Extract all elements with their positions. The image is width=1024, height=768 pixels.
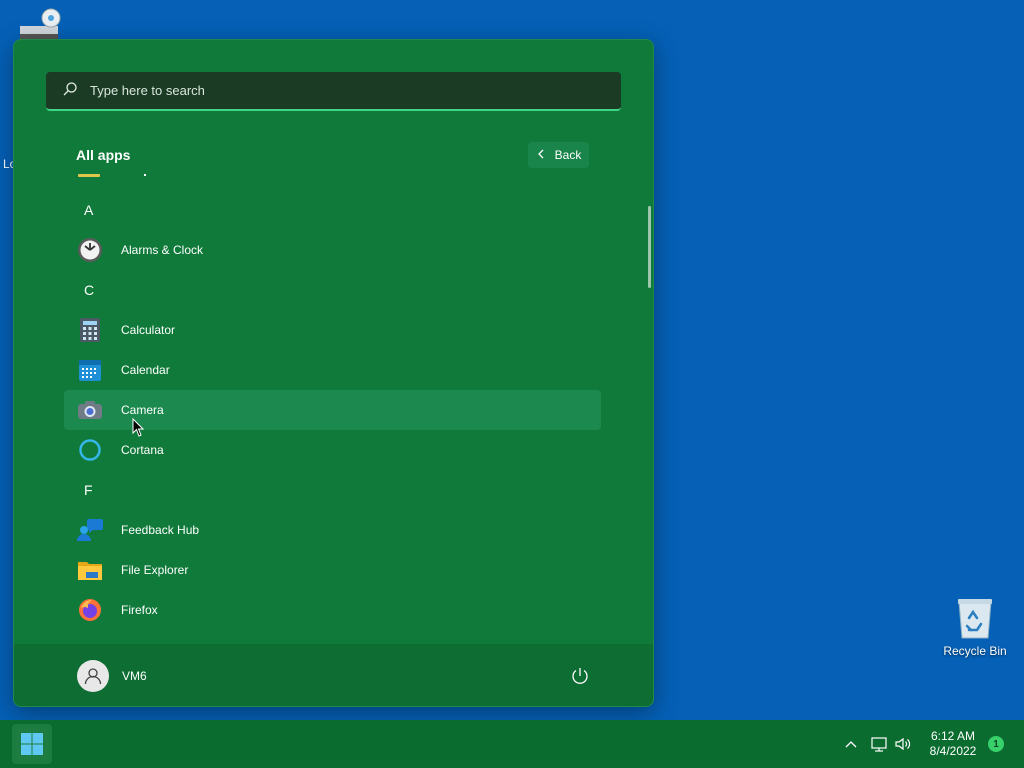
apps-scrollbar[interactable] xyxy=(648,206,651,288)
recycle-bin-shortcut[interactable]: Recycle Bin xyxy=(940,596,1010,658)
app-name: Cortana xyxy=(121,443,164,457)
mouse-cursor-icon xyxy=(132,417,145,438)
search-icon xyxy=(62,81,90,100)
all-apps-title: All apps xyxy=(76,147,131,163)
taskbar-clock[interactable]: 6:12 AM 8/4/2022 xyxy=(920,729,986,759)
clock-date: 8/4/2022 xyxy=(929,744,977,758)
calculator-icon xyxy=(77,317,103,343)
user-avatar[interactable] xyxy=(77,660,109,692)
chevron-left-icon xyxy=(536,148,555,162)
app-name: Firefox xyxy=(121,603,158,617)
app-item-calendar[interactable]: Calendar xyxy=(64,350,601,390)
app-item-cortana[interactable]: Cortana xyxy=(64,430,601,470)
chevron-up-icon[interactable] xyxy=(843,736,859,752)
search-box[interactable] xyxy=(46,72,621,111)
recycle-bin-icon xyxy=(955,596,995,640)
network-icon[interactable] xyxy=(870,735,888,753)
letter-header-a[interactable]: A xyxy=(84,190,114,230)
start-menu-footer: VM6 xyxy=(14,644,653,706)
letter-header-f[interactable]: F xyxy=(84,470,114,510)
app-name: Feedback Hub xyxy=(121,523,200,537)
calendar-icon xyxy=(77,357,103,383)
camera-icon xyxy=(77,397,103,423)
firefox-icon xyxy=(77,597,103,623)
windows-logo-icon xyxy=(21,733,43,755)
feedback-hub-icon xyxy=(77,517,103,543)
recycle-bin-label: Recycle Bin xyxy=(943,644,1007,658)
app-item-alarms-clock[interactable]: Alarms & Clock xyxy=(64,230,601,270)
user-icon xyxy=(84,668,102,685)
power-button[interactable] xyxy=(570,666,590,686)
app-name: Calculator xyxy=(121,323,176,337)
back-button[interactable]: Back xyxy=(528,142,589,168)
letter-header-c[interactable]: C xyxy=(84,270,114,310)
clock-time: 6:12 AM xyxy=(930,729,976,743)
start-button[interactable] xyxy=(12,724,52,764)
app-item-camera[interactable]: Camera xyxy=(64,390,601,430)
search-input[interactable] xyxy=(90,83,550,98)
volume-icon[interactable] xyxy=(894,735,912,753)
app-item-firefox[interactable]: Firefox xyxy=(64,590,601,630)
app-item-calculator[interactable]: Calculator xyxy=(64,310,601,350)
desktop-drive-icon[interactable] xyxy=(18,8,62,40)
start-menu: All apps Back A Alarms & Clock C xyxy=(13,39,654,707)
app-item-feedback-hub[interactable]: Feedback Hub xyxy=(64,510,601,550)
notification-badge[interactable]: 1 xyxy=(988,736,1004,752)
back-button-label: Back xyxy=(554,148,582,162)
power-icon xyxy=(572,668,588,684)
app-item-file-explorer[interactable]: File Explorer xyxy=(64,550,601,590)
app-name: Alarms & Clock xyxy=(121,243,204,257)
app-name: Calendar xyxy=(121,363,170,377)
user-name[interactable]: VM6 xyxy=(122,669,147,683)
cortana-icon xyxy=(77,437,103,463)
clock-icon xyxy=(77,237,103,263)
partial-app-label xyxy=(144,174,146,176)
app-name: File Explorer xyxy=(121,563,189,577)
app-name: Camera xyxy=(121,403,164,417)
folder-icon xyxy=(77,557,103,583)
partial-app-icon xyxy=(78,174,100,177)
taskbar: 6:12 AM 8/4/2022 1 xyxy=(0,720,1024,768)
apps-list[interactable]: A Alarms & Clock C Calculator Calendar C… xyxy=(14,170,653,642)
